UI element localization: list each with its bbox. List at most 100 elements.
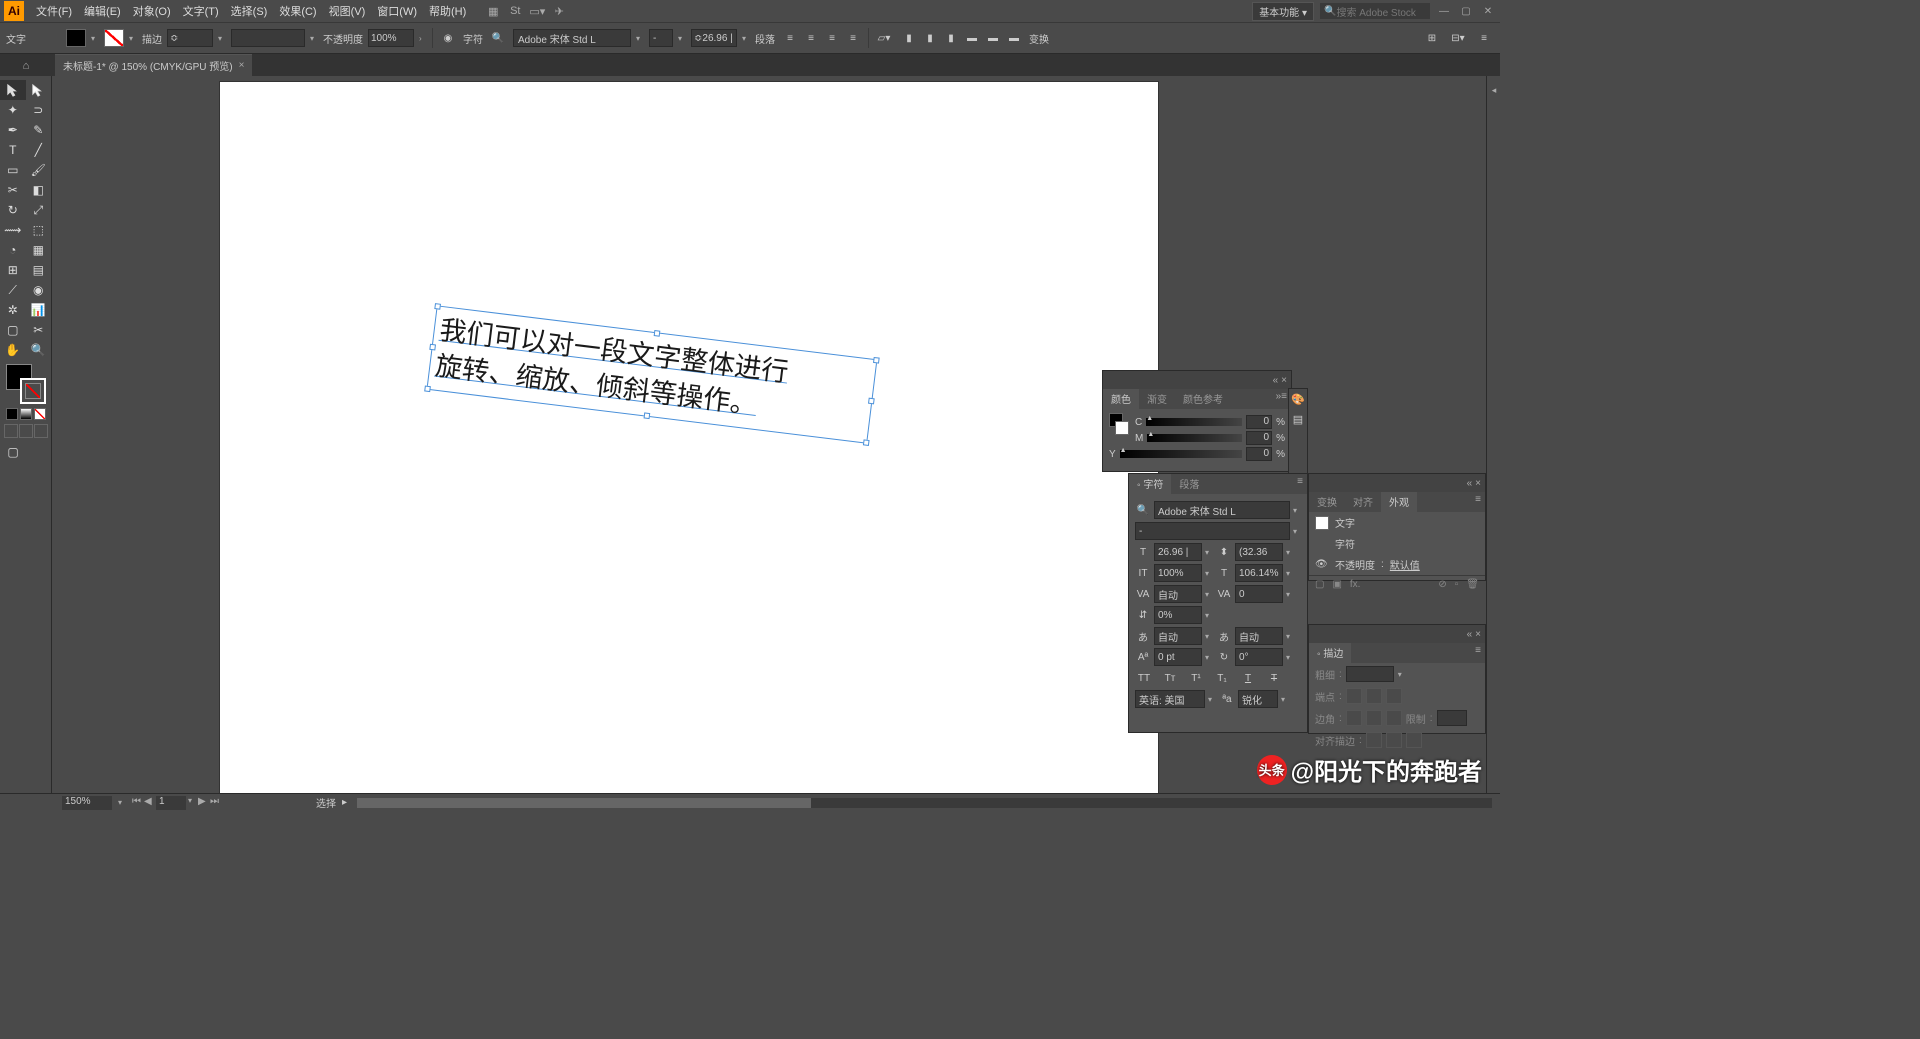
va-bot-icon[interactable]: ▬ xyxy=(1004,28,1024,48)
font-style-input[interactable]: - xyxy=(649,29,673,47)
font-family-input[interactable]: Adobe 宋体 Std L xyxy=(513,29,631,47)
smallcaps-btn[interactable]: Tт xyxy=(1161,670,1179,686)
free-transform-tool[interactable]: ⬚ xyxy=(26,220,52,240)
color-stroke-swatch[interactable] xyxy=(1115,421,1129,435)
appear-opacity-value[interactable]: 默认值 xyxy=(1390,557,1420,572)
warp-icon[interactable]: ▱▾ xyxy=(874,28,894,48)
search-input[interactable]: 🔍 搜索 Adobe Stock xyxy=(1320,3,1430,19)
cap-round[interactable] xyxy=(1366,688,1382,704)
status-dd[interactable]: ▸ xyxy=(342,797,347,808)
appear-clear[interactable]: ⊘ xyxy=(1438,579,1446,590)
home-icon[interactable]: ⌂ xyxy=(16,56,36,76)
artboard-nav-input[interactable]: 1 xyxy=(156,796,186,810)
char-style-input[interactable]: - xyxy=(1135,522,1290,540)
handle-tl[interactable] xyxy=(434,303,441,310)
stroke-weight-input[interactable]: ≎ xyxy=(167,29,213,47)
nav-last[interactable]: ⏭ xyxy=(210,796,220,810)
none-mode-btn[interactable] xyxy=(34,408,46,420)
menu-help[interactable]: 帮助(H) xyxy=(423,1,472,21)
shaper-tool[interactable]: ✂ xyxy=(0,180,26,200)
brush-preview[interactable] xyxy=(231,29,305,47)
char-kerning-input[interactable]: 自动 xyxy=(1154,585,1202,603)
tab-close-icon[interactable]: × xyxy=(239,60,245,71)
stock-icon[interactable]: St xyxy=(508,4,522,18)
stroke-weight-dd[interactable]: ▾ xyxy=(218,34,226,43)
mesh-tool[interactable]: ⊞ xyxy=(0,260,26,280)
slice-tool[interactable]: ✂ xyxy=(26,320,52,340)
align-tab[interactable]: 对齐 xyxy=(1345,492,1381,512)
menu-edit[interactable]: 编辑(E) xyxy=(78,1,127,21)
spectrum-icon[interactable]: 🎨 xyxy=(1289,389,1307,409)
color-mode-btn[interactable] xyxy=(6,408,18,420)
menu-window[interactable]: 窗口(W) xyxy=(371,1,423,21)
style-dd[interactable]: ▾ xyxy=(678,34,686,43)
paintbrush-tool[interactable]: 🖌 xyxy=(26,160,52,180)
c-value[interactable]: 0 xyxy=(1246,415,1272,429)
eraser-tool[interactable]: ◧ xyxy=(26,180,52,200)
nav-first[interactable]: ⏮ xyxy=(132,796,142,810)
fill-dropdown[interactable]: ▾ xyxy=(91,34,99,43)
align-right-icon[interactable]: ≡ xyxy=(822,28,842,48)
color-tab[interactable]: 颜色 xyxy=(1103,389,1139,409)
grid-icon[interactable]: ⊞ xyxy=(1422,28,1442,48)
stroke-color[interactable] xyxy=(20,378,46,404)
corner-round[interactable] xyxy=(1366,710,1382,726)
subscript-btn[interactable]: T₁ xyxy=(1213,670,1231,686)
align-stroke-center[interactable] xyxy=(1366,732,1382,748)
opacity-dd[interactable]: › xyxy=(419,34,427,43)
type-tool[interactable]: T xyxy=(0,140,26,160)
stroke-tab[interactable]: ◦ 描边 xyxy=(1309,643,1351,663)
handle-mr[interactable] xyxy=(868,398,875,405)
artboard-tool[interactable]: ▢ xyxy=(0,320,26,340)
color-panel-close[interactable]: × xyxy=(1281,375,1287,386)
appearance-panel-menu[interactable]: ≡ xyxy=(1471,492,1485,512)
underline-btn[interactable]: T xyxy=(1239,670,1257,686)
char-rotate-input[interactable]: 0° xyxy=(1235,648,1283,666)
font-size-input[interactable]: ≎ 26.96 | xyxy=(691,29,737,47)
rectangle-tool[interactable]: ▭ xyxy=(0,160,26,180)
char-font-input[interactable]: Adobe 宋体 Std L xyxy=(1154,501,1290,519)
menu-object[interactable]: 对象(O) xyxy=(127,1,177,21)
char-panel-menu[interactable]: ≡ xyxy=(1293,474,1307,494)
handle-bc[interactable] xyxy=(644,412,651,419)
para-tab[interactable]: 段落 xyxy=(1171,474,1207,494)
char-aa-input[interactable]: 锐化 xyxy=(1238,690,1278,708)
menu-view[interactable]: 视图(V) xyxy=(323,1,372,21)
appear-panel-close[interactable]: × xyxy=(1475,478,1481,489)
char-vscale-input[interactable]: 100% xyxy=(1154,564,1202,582)
char-tracking-input[interactable]: 0 xyxy=(1235,585,1283,603)
curvature-tool[interactable]: ✎ xyxy=(26,120,52,140)
align-justify-icon[interactable]: ≡ xyxy=(843,28,863,48)
stroke-weight-field[interactable] xyxy=(1346,666,1394,682)
window-close[interactable]: ✕ xyxy=(1480,3,1496,19)
symbol-sprayer-tool[interactable]: ✲ xyxy=(0,300,26,320)
stroke-limit-field[interactable] xyxy=(1437,710,1467,726)
color-panel-collapse[interactable]: « xyxy=(1273,375,1279,386)
blend-tool[interactable]: ◉ xyxy=(26,280,52,300)
font-dd[interactable]: ▾ xyxy=(636,34,644,43)
transform-tab[interactable]: 变换 xyxy=(1309,492,1345,512)
handle-br[interactable] xyxy=(863,439,870,446)
bridge-icon[interactable]: ▦ xyxy=(486,4,500,18)
shape-builder-tool[interactable]: ◔ xyxy=(0,240,26,260)
stroke-swatch[interactable] xyxy=(104,29,124,47)
stroke-dropdown[interactable]: ▾ xyxy=(129,34,137,43)
appearance-tab[interactable]: 外观 xyxy=(1381,492,1417,512)
lasso-tool[interactable]: ⊃ xyxy=(26,100,52,120)
char-leading-input[interactable]: (32.36 xyxy=(1235,543,1283,561)
stroke-panel-close[interactable]: × xyxy=(1475,629,1481,640)
arrange-icon[interactable]: ▭▾ xyxy=(530,4,544,18)
align-stroke-inside[interactable] xyxy=(1386,732,1402,748)
cap-butt[interactable] xyxy=(1346,688,1362,704)
direct-selection-tool[interactable] xyxy=(26,80,52,100)
gradient-tool[interactable]: ▤ xyxy=(26,260,52,280)
m-value[interactable]: 0 xyxy=(1246,431,1272,445)
c-slider[interactable] xyxy=(1146,418,1242,426)
fill-stroke-control[interactable] xyxy=(6,364,46,404)
menu-effect[interactable]: 效果(C) xyxy=(273,1,322,21)
perspective-tool[interactable]: ▦ xyxy=(26,240,52,260)
selection-tool[interactable] xyxy=(0,80,26,100)
handle-tc[interactable] xyxy=(654,330,661,337)
draw-inside[interactable] xyxy=(34,424,48,438)
zoom-input[interactable]: 150% xyxy=(62,796,112,810)
